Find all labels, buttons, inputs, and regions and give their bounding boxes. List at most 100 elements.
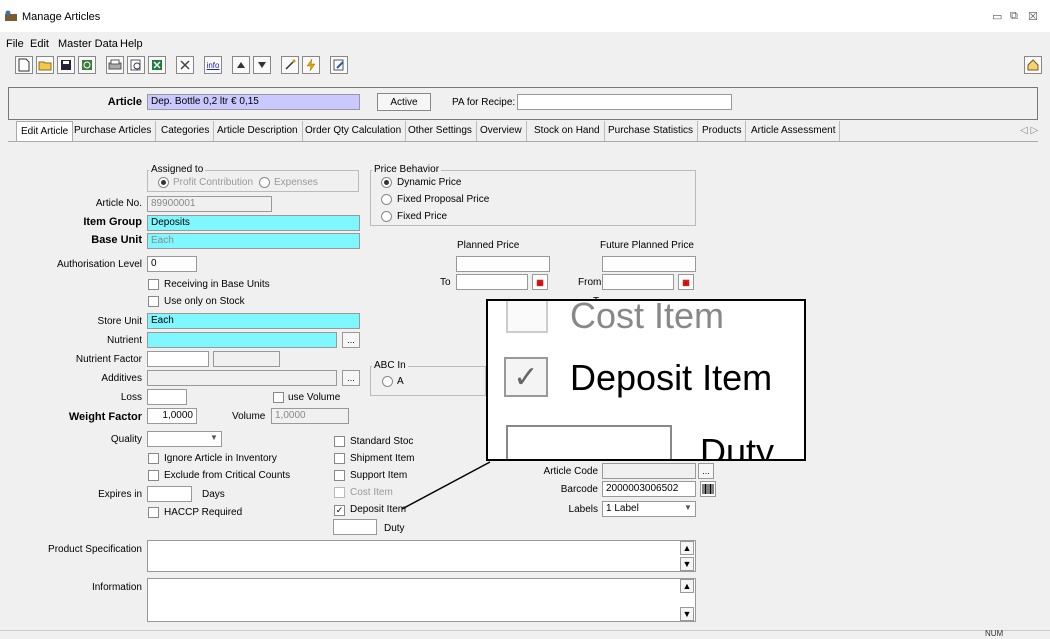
pa-recipe-field[interactable]	[517, 94, 732, 110]
tab-purchase-articles[interactable]: Purchase Articles	[70, 121, 157, 141]
save-icon[interactable]	[57, 56, 75, 74]
planned-price-field[interactable]	[456, 256, 550, 272]
minimize-button[interactable]: ▭	[992, 10, 1002, 23]
article-field[interactable]: Dep. Bottle 0,2 ltr € 0,15	[147, 94, 360, 110]
refresh-icon[interactable]	[78, 56, 96, 74]
labels-select[interactable]: 1 Label	[602, 501, 696, 517]
fixed-proposal-label: Fixed Proposal Price	[397, 194, 490, 205]
profit-contribution-radio[interactable]	[158, 177, 169, 191]
duty-field[interactable]	[333, 519, 377, 535]
fixed-proposal-radio[interactable]	[381, 194, 392, 208]
additives-label: Additives	[101, 373, 142, 384]
use-volume-label: use Volume	[288, 392, 341, 403]
up-icon[interactable]	[232, 56, 250, 74]
tab-categories[interactable]: Categories	[157, 121, 215, 141]
fixed-price-label: Fixed Price	[397, 211, 448, 222]
edit-icon[interactable]	[330, 56, 348, 74]
item-group-field[interactable]: Deposits	[147, 215, 360, 231]
open-icon[interactable]	[36, 56, 54, 74]
deposit-item-checkbox[interactable]: ✓	[334, 504, 345, 516]
delete-icon[interactable]	[176, 56, 194, 74]
tab-stock-on-hand[interactable]: Stock on Hand	[530, 121, 605, 141]
from-date-field[interactable]	[602, 274, 674, 290]
nutrient-lookup-button[interactable]: ...	[342, 332, 360, 348]
abc-title: ABC In	[372, 360, 408, 371]
to-date-field[interactable]	[456, 274, 528, 290]
abc-a-radio[interactable]	[382, 376, 393, 390]
close-button[interactable]: ☒	[1028, 10, 1038, 23]
tab-products[interactable]: Products	[698, 121, 747, 141]
dynamic-price-radio[interactable]	[381, 177, 392, 191]
loss-field[interactable]	[147, 389, 187, 405]
tab-edit-article[interactable]: Edit Article	[16, 121, 74, 141]
weight-factor-label: Weight Factor	[68, 411, 142, 423]
quality-chevron-down-icon[interactable]: ▼	[210, 433, 218, 442]
from-calendar-icon[interactable]: ▦	[678, 274, 694, 290]
information-label: Information	[91, 582, 142, 593]
nutrient-label: Nutrient	[106, 335, 142, 346]
tab-other-settings[interactable]: Other Settings	[404, 121, 477, 141]
menu-master-data[interactable]: Master Data	[58, 38, 118, 50]
print-preview-icon[interactable]	[127, 56, 145, 74]
standard-stock-checkbox[interactable]	[334, 436, 345, 450]
auth-level-field[interactable]: 0	[147, 256, 197, 272]
exclude-critical-label: Exclude from Critical Counts	[164, 470, 291, 481]
active-button[interactable]: Active	[377, 93, 431, 111]
tab-scroll-arrows[interactable]: ◁ ▷	[1020, 125, 1038, 136]
exclude-critical-checkbox[interactable]	[148, 470, 159, 484]
status-bar	[0, 630, 1050, 639]
home-icon[interactable]	[1024, 56, 1042, 74]
additives-lookup-button[interactable]: ...	[342, 370, 360, 386]
weight-factor-field[interactable]: 1,0000	[147, 408, 197, 424]
barcode-icon[interactable]	[700, 481, 716, 497]
lightning-icon[interactable]	[302, 56, 320, 74]
to-calendar-icon[interactable]: ▦	[532, 274, 548, 290]
information-scroll-down[interactable]: ▼	[680, 607, 694, 621]
tab-order-qty[interactable]: Order Qty Calculation	[301, 121, 407, 141]
information-scroll-up[interactable]: ▲	[680, 579, 694, 593]
barcode-label: Barcode	[560, 484, 598, 495]
use-only-stock-checkbox[interactable]	[148, 296, 159, 310]
nutrient-factor-field[interactable]	[147, 351, 209, 367]
use-volume-checkbox[interactable]	[273, 392, 284, 406]
menu-edit[interactable]: Edit	[30, 38, 49, 50]
information-field[interactable]	[147, 578, 696, 622]
receiving-base-checkbox[interactable]	[148, 279, 159, 293]
down-icon[interactable]	[253, 56, 271, 74]
tab-article-assessment[interactable]: Article Assessment	[747, 121, 841, 141]
support-item-checkbox[interactable]	[334, 470, 345, 484]
callout-line	[401, 461, 491, 510]
wand-icon[interactable]	[281, 56, 299, 74]
barcode-field[interactable]: 2000003006502	[602, 481, 696, 497]
new-icon[interactable]	[15, 56, 33, 74]
ignore-inventory-checkbox[interactable]	[148, 453, 159, 467]
menu-help[interactable]: Help	[120, 38, 143, 50]
shipment-item-checkbox[interactable]	[334, 453, 345, 467]
product-spec-field[interactable]	[147, 540, 696, 572]
base-unit-field[interactable]: Each	[147, 233, 360, 249]
use-only-stock-label: Use only on Stock	[164, 296, 245, 307]
haccp-checkbox[interactable]	[148, 507, 159, 521]
tab-article-description[interactable]: Article Description	[213, 121, 303, 141]
menu-file[interactable]: File	[6, 38, 24, 50]
volume-field: 1,0000	[271, 408, 349, 424]
maximize-button[interactable]: ⧉	[1010, 10, 1018, 23]
from-label: From	[578, 277, 602, 288]
store-unit-field[interactable]: Each	[147, 313, 360, 329]
expenses-radio[interactable]	[259, 177, 270, 191]
article-code-lookup-button[interactable]: ...	[698, 463, 714, 479]
product-spec-scroll-up[interactable]: ▲	[680, 541, 694, 555]
fixed-price-radio[interactable]	[381, 211, 392, 225]
article-code-field	[602, 463, 696, 479]
excel-icon[interactable]	[148, 56, 166, 74]
future-planned-price-field[interactable]	[602, 256, 696, 272]
tab-overview[interactable]: Overview	[476, 121, 527, 141]
print-icon[interactable]	[106, 56, 124, 74]
labels-chevron-down-icon[interactable]: ▼	[684, 503, 692, 512]
info-icon[interactable]: info	[204, 56, 222, 74]
nutrient-field[interactable]	[147, 332, 337, 348]
product-spec-scroll-down[interactable]: ▼	[680, 557, 694, 571]
expires-field[interactable]	[147, 486, 192, 502]
tab-purchase-statistics[interactable]: Purchase Statistics	[604, 121, 699, 141]
cost-item-checkbox[interactable]	[334, 487, 345, 501]
